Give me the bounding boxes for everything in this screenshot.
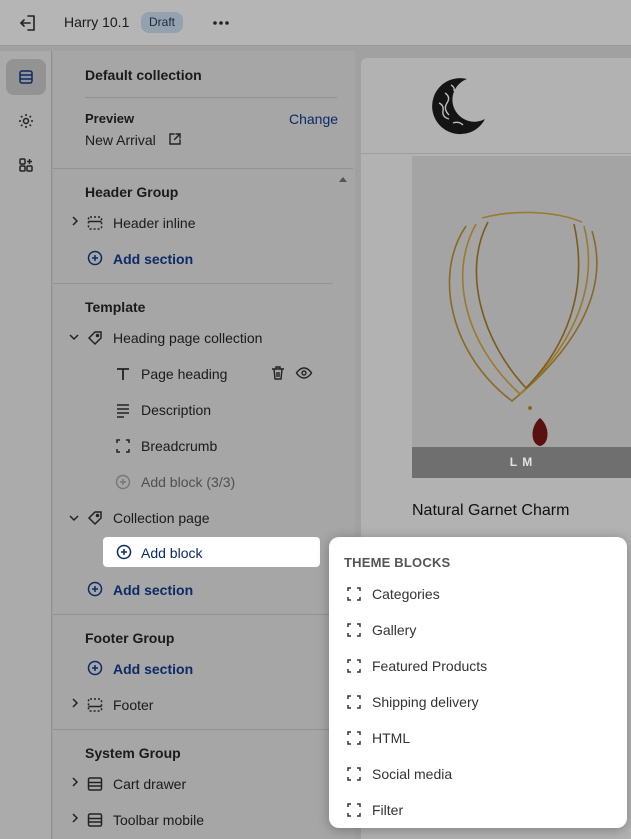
add-block-row-highlighted[interactable]: Add block (103, 537, 320, 567)
block-icon (345, 621, 363, 639)
external-link-icon[interactable] (168, 132, 182, 146)
cart-drawer-icon (86, 775, 104, 793)
settings-nav-button[interactable] (6, 103, 46, 139)
status-badge: Draft (141, 12, 184, 33)
exit-icon[interactable] (17, 12, 39, 34)
plus-circle-icon[interactable] (86, 580, 104, 598)
section-footer[interactable]: Footer (113, 697, 153, 713)
collection-title: Default collection (85, 67, 202, 83)
product-name[interactable]: Natural Garnet Charm (412, 502, 569, 520)
text-icon (114, 365, 132, 383)
theme-block-social-media[interactable]: Social media (335, 758, 621, 790)
preview-label: Preview (85, 111, 135, 126)
template-title: Template (85, 299, 146, 315)
chevron-right-icon[interactable] (69, 775, 81, 789)
block-icon (345, 729, 363, 747)
section-header-inline[interactable]: Header inline (113, 215, 196, 231)
apps-icon (19, 158, 33, 172)
block-page-heading[interactable]: Page heading (141, 366, 227, 382)
more-icon[interactable] (211, 12, 231, 34)
theme-block-label: Categories (372, 586, 440, 602)
left-rail (0, 51, 52, 839)
plus-circle-icon[interactable] (86, 659, 104, 677)
moon-logo (425, 75, 489, 137)
block-icon (345, 693, 363, 711)
theme-block-shipping-delivery[interactable]: Shipping delivery (335, 686, 621, 718)
group-divider (53, 729, 333, 730)
theme-block-label: Gallery (372, 622, 417, 638)
header-divider (85, 97, 337, 98)
add-section-header[interactable]: Add section (113, 251, 193, 267)
top-bar: Harry 10.1 Draft (0, 0, 631, 46)
bracelet-image (448, 211, 598, 446)
block-icon (345, 801, 363, 819)
scroll-up-icon[interactable] (333, 169, 353, 189)
theme-block-gallery[interactable]: Gallery (335, 614, 621, 646)
section-collection-page[interactable]: Collection page (113, 510, 210, 526)
theme-title: Harry 10.1 (64, 14, 130, 30)
product-image[interactable] (412, 156, 631, 478)
chevron-right-icon[interactable] (69, 811, 81, 825)
plus-circle-icon[interactable] (86, 249, 104, 267)
chevron-down-icon[interactable] (67, 331, 81, 343)
sections-icon (19, 70, 33, 84)
block-icon (345, 657, 363, 675)
plus-circle-disabled-icon (114, 473, 132, 491)
eye-icon[interactable] (295, 364, 313, 382)
add-block-disabled: Add block (3/3) (141, 474, 236, 490)
trash-icon[interactable] (269, 364, 287, 382)
preview-value[interactable]: New Arrival (85, 132, 156, 148)
theme-block-label: Featured Products (372, 658, 488, 674)
preview-divider (361, 153, 631, 154)
paragraph-icon (114, 401, 132, 419)
group-divider (53, 283, 333, 284)
chevron-down-icon[interactable] (67, 512, 81, 524)
chevron-right-icon[interactable] (69, 214, 81, 228)
sections-nav-button[interactable] (6, 59, 46, 95)
theme-block-label: Social media (372, 766, 453, 782)
tag-icon (86, 329, 104, 347)
apps-nav-button[interactable] (6, 147, 46, 183)
block-description[interactable]: Description (141, 402, 211, 418)
tag-icon (86, 509, 104, 527)
footer-group-title: Footer Group (85, 630, 175, 646)
block-icon (345, 585, 363, 603)
theme-block-label: HTML (372, 730, 411, 746)
popover-heading: THEME BLOCKS (344, 555, 451, 570)
group-divider (53, 614, 333, 615)
block-icon (345, 765, 363, 783)
section-heading-page-collection[interactable]: Heading page collection (113, 330, 262, 346)
sections-panel: Default collection Preview Change New Ar… (53, 51, 355, 839)
section-cart-drawer[interactable]: Cart drawer (113, 776, 186, 792)
block-breadcrumb[interactable]: Breadcrumb (141, 438, 217, 454)
add-section-template[interactable]: Add section (113, 582, 193, 598)
chevron-right-icon[interactable] (69, 696, 81, 710)
footer-section-icon (86, 696, 104, 714)
add-block-label[interactable]: Add block (141, 545, 202, 561)
theme-block-filter[interactable]: Filter (335, 794, 621, 826)
header-group-title: Header Group (85, 184, 179, 200)
breadcrumb-icon (114, 437, 132, 455)
header-section-icon (86, 214, 104, 232)
plus-circle-icon[interactable] (115, 543, 133, 561)
add-section-footer[interactable]: Add section (113, 661, 193, 677)
change-link[interactable]: Change (289, 111, 338, 127)
theme-block-label: Filter (372, 802, 404, 818)
theme-block-categories[interactable]: Categories (335, 578, 621, 610)
theme-blocks-popover: THEME BLOCKS Categories Gallery Featured… (329, 537, 627, 828)
panel-header: Default collection Preview Change New Ar… (53, 51, 353, 169)
theme-block-featured-products[interactable]: Featured Products (335, 650, 621, 682)
theme-block-label: Shipping delivery (372, 694, 479, 710)
section-toolbar-mobile[interactable]: Toolbar mobile (113, 812, 204, 828)
system-group-title: System Group (85, 745, 181, 761)
theme-block-html[interactable]: HTML (335, 722, 621, 754)
gear-icon (19, 114, 33, 128)
size-options[interactable]: L M (412, 447, 631, 478)
toolbar-mobile-icon (86, 811, 104, 829)
